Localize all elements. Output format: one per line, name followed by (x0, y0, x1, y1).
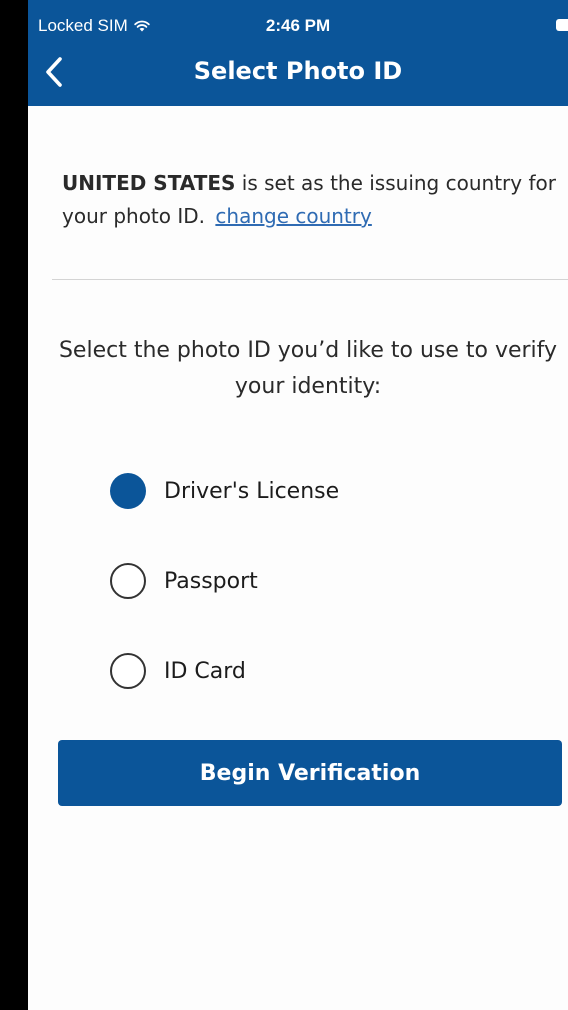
status-time: 2:46 PM (265, 16, 331, 35)
radio-selected-icon[interactable] (110, 473, 146, 509)
app-screen: Locked SIM 2:46 PM Select Photo ID UNITE… (28, 0, 568, 1010)
begin-verification-button[interactable]: Begin Verification (58, 740, 562, 806)
option-passport[interactable]: Passport (110, 558, 258, 604)
prompt-text: Select the photo ID you’d like to use to… (58, 338, 558, 399)
option-label: Passport (164, 568, 258, 594)
option-label: Driver's License (164, 478, 340, 504)
change-country-link[interactable]: change country (215, 204, 371, 228)
country-name: UNITED STATES (62, 171, 236, 195)
option-drivers-license[interactable]: Driver's License (110, 468, 339, 514)
option-id-card[interactable]: ID Card (110, 648, 246, 694)
option-label: ID Card (164, 658, 246, 684)
page-title: Select Photo ID (193, 57, 403, 85)
country-info: UNITED STATES is set as the issuing coun… (62, 167, 562, 233)
divider (52, 279, 568, 280)
status-bar: Locked SIM 2:46 PM (28, 0, 568, 36)
radio-unselected-icon[interactable] (110, 563, 146, 599)
battery-icon (556, 19, 568, 31)
radio-unselected-icon[interactable] (110, 653, 146, 689)
nav-bar: Select Photo ID (28, 36, 568, 106)
